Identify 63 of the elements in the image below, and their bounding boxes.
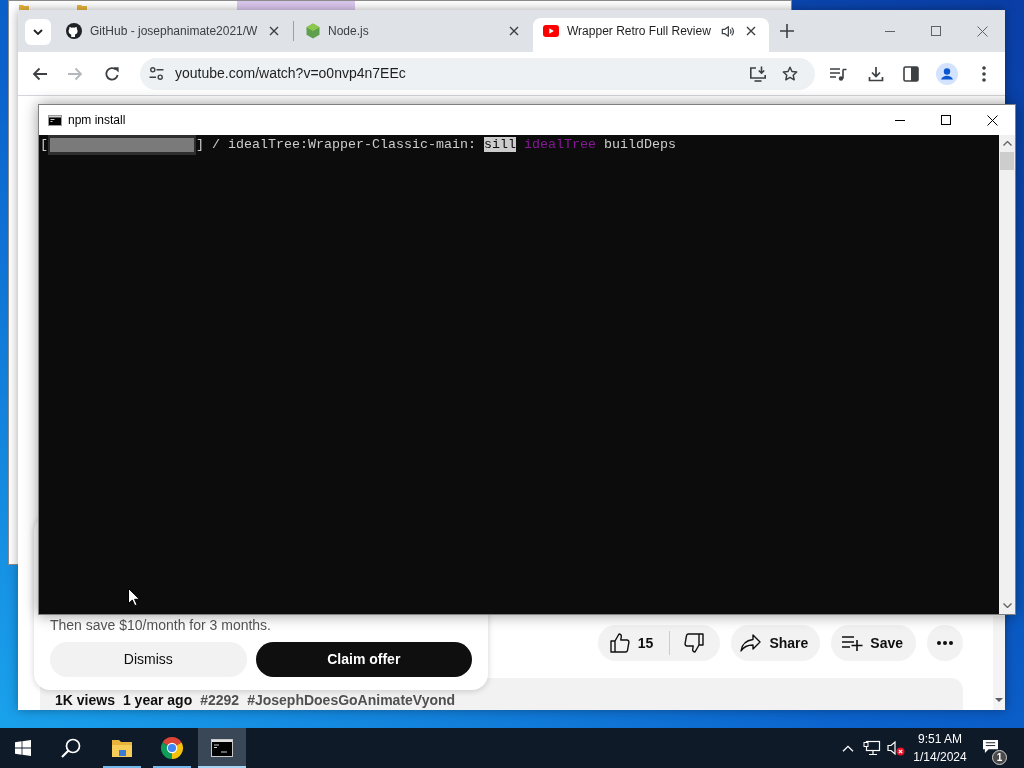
hashtag-link[interactable]: #JosephDoesGoAnimateVyond [247, 692, 456, 708]
browser-icon [160, 736, 184, 760]
claim-offer-button[interactable]: Claim offer [255, 642, 472, 677]
console-scrollbar[interactable] [999, 135, 1015, 614]
monitor-download-icon[interactable] [749, 65, 767, 82]
tab-search-button[interactable] [25, 19, 51, 45]
speaker-icon[interactable] [887, 740, 905, 756]
scroll-down-arrow-icon[interactable] [995, 698, 1003, 702]
music-queue-icon[interactable] [829, 66, 847, 81]
terminal-icon [211, 739, 233, 757]
close-icon[interactable] [986, 114, 998, 126]
notification-icon[interactable] [982, 739, 999, 754]
save-button[interactable]: Save [831, 625, 916, 661]
mouse-cursor-icon [128, 588, 140, 607]
taskbar-app-button[interactable] [198, 728, 246, 768]
console-line: ] / idealTree:Wrapper-Classic-main: sill idealTree buildDeps [196, 137, 676, 153]
terminal-icon [48, 114, 62, 126]
promo-text: Then save $10/month for 3 months. [50, 617, 272, 633]
more-options-icon[interactable] [982, 65, 986, 82]
close-icon[interactable] [746, 26, 756, 36]
close-icon[interactable] [509, 26, 519, 36]
browser-tab[interactable]: Wrapper Retro Full Review [533, 18, 769, 52]
tune-icon[interactable] [148, 67, 164, 80]
browser-tab[interactable]: Node.js [296, 18, 532, 52]
profile-avatar-icon[interactable] [936, 62, 958, 85]
folder-icon [111, 738, 133, 758]
window-title: npm install [68, 112, 126, 129]
search-icon[interactable] [61, 738, 81, 758]
cat-logo-icon [66, 23, 82, 39]
thumbs-down-icon[interactable] [682, 631, 707, 655]
maximize-icon[interactable] [941, 115, 951, 125]
page-scrollbar[interactable] [993, 616, 1005, 710]
video-meta-text: 1 year ago [122, 692, 193, 708]
close-icon[interactable] [269, 26, 279, 36]
browser-tab[interactable]: GitHub - josephanimate2021/W [56, 18, 292, 52]
dismiss-button[interactable]: Dismiss [50, 642, 247, 677]
back-arrow-icon[interactable] [32, 65, 48, 82]
more-button[interactable] [927, 625, 963, 661]
minimize-icon[interactable] [895, 119, 905, 121]
hashtag-link[interactable]: #2292 [200, 692, 240, 708]
chevron-down-icon [33, 29, 43, 35]
reload-icon[interactable] [104, 65, 120, 82]
clock-time[interactable]: 9:51 AM [918, 730, 962, 748]
thumbs-up-icon [607, 631, 632, 655]
hexagon-icon [306, 23, 320, 39]
speaker-icon[interactable] [721, 24, 734, 38]
side-panel-icon[interactable] [903, 65, 919, 82]
play-button-icon [543, 25, 559, 37]
plus-icon[interactable] [780, 24, 794, 38]
download-icon[interactable] [868, 65, 884, 82]
clock-date[interactable]: 1/14/2024 [913, 748, 967, 766]
chevron-up-icon[interactable] [842, 744, 854, 752]
address-bar[interactable]: youtube.com/watch?v=o0nvp4n7EEc [140, 57, 815, 90]
progress-bracket-text: [ [40, 137, 48, 153]
start-icon[interactable] [15, 740, 31, 756]
scroll-thumb[interactable] [1000, 152, 1014, 170]
network-icon[interactable] [863, 740, 881, 756]
share-button[interactable]: Share [731, 625, 821, 661]
video-meta-text: 1K views [55, 692, 115, 708]
like-button[interactable]: 15 [607, 631, 654, 655]
star-icon[interactable] [782, 66, 798, 81]
more-dots-icon [937, 641, 953, 645]
notification-badge: 1 [992, 750, 1007, 765]
